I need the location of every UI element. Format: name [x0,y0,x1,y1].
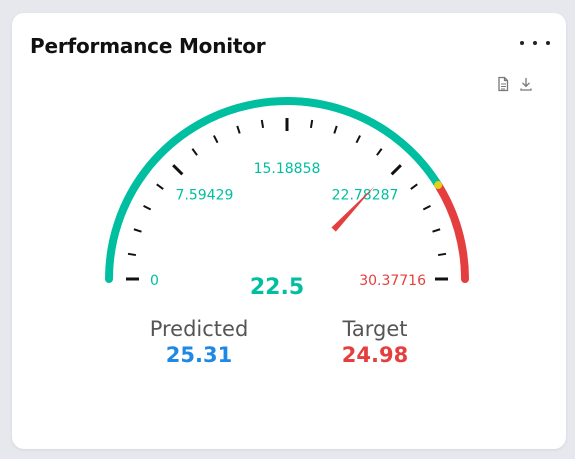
gauge-minor-tick [143,205,152,211]
gauge-minor-tick [127,252,137,257]
gauge-tick-label: 7.59429 [176,188,234,204]
gauge-minor-tick [333,125,338,134]
gauge-minor-tick [422,205,431,211]
gauge-major-tick [390,164,402,176]
gauge-minor-tick [156,183,164,190]
target-stat: Target 24.98 [305,316,445,368]
gauge-minor-tick [309,119,314,129]
gauge-minor-tick [213,135,219,144]
gauge-chart: 07.5942915.1885822.7828730.3771622.5 [105,97,469,300]
target-value: 24.98 [341,343,409,367]
gauge-value: 22.5 [250,275,304,300]
gauge-tick-label: 0 [150,273,159,289]
gauge-minor-tick [432,228,441,233]
gauge-threshold-marker [434,181,443,190]
predicted-label: Predicted [149,317,249,341]
gauge-tick-label: 30.37716 [359,273,426,289]
gauge-minor-tick [191,148,198,156]
gauge-minor-tick [437,252,447,257]
predicted-value: 25.31 [165,343,233,367]
performance-monitor-card: Performance Monitor 07.5942915.1885822.7… [12,13,566,449]
gauge-tick-label: 15.18858 [254,161,321,177]
gauge-minor-tick [236,125,241,134]
gauge-minor-tick [410,183,418,190]
target-label: Target [342,317,408,341]
gauge-major-tick [172,164,184,176]
gauge-minor-tick [376,148,383,156]
predicted-stat: Predicted 25.31 [129,316,269,368]
gauge-minor-tick [260,119,265,129]
gauge-minor-tick [355,135,361,144]
gauge-arc-warning [434,181,469,283]
gauge-minor-tick [133,228,142,233]
